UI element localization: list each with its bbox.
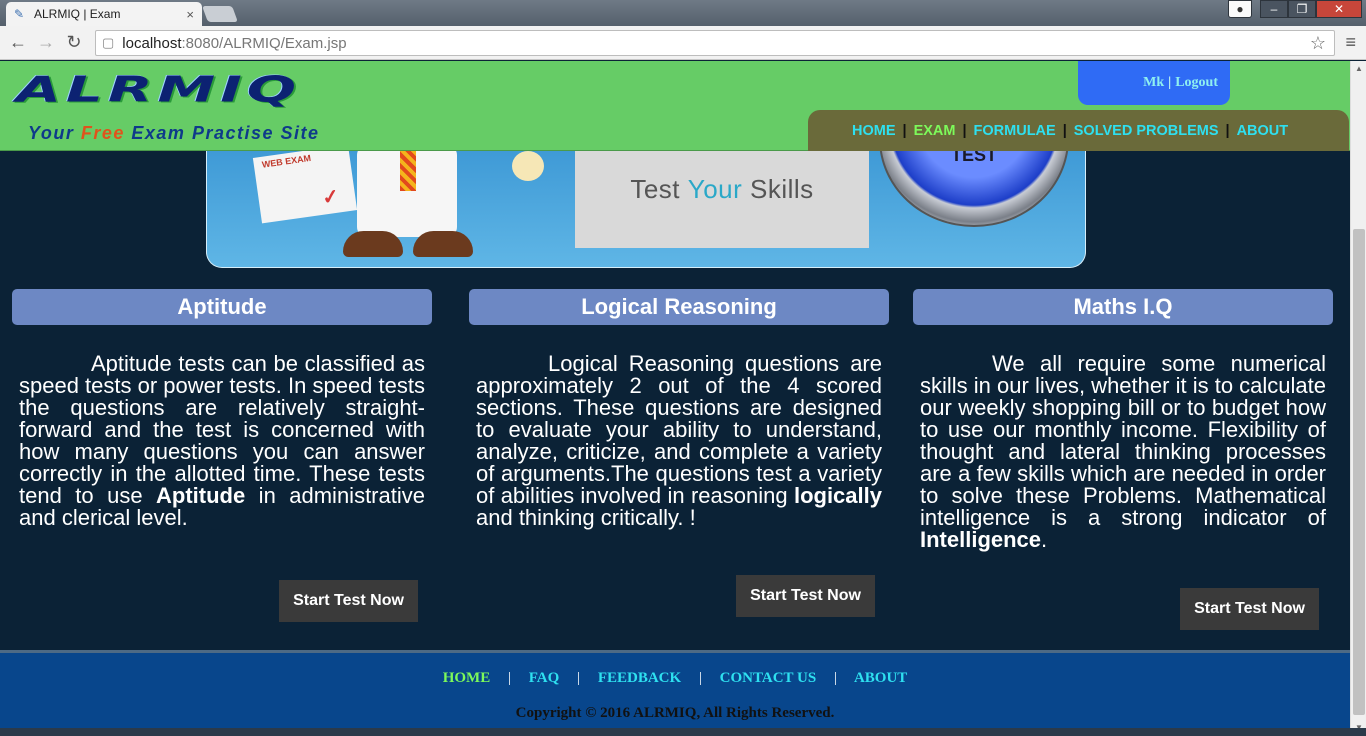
nav-about[interactable]: ABOUT (1237, 123, 1289, 139)
footer-feedback-link[interactable]: FEEDBACK (598, 670, 681, 686)
section-aptitude: Aptitude Aptitude tests can be classifie… (12, 289, 432, 529)
page-icon: ▢ (102, 35, 115, 50)
footer-faq-link[interactable]: FAQ (529, 670, 560, 686)
paper-label: WEB EXAM (261, 152, 312, 170)
scroll-up-arrow-icon[interactable]: ▲ (1351, 61, 1366, 77)
browser-menu-icon[interactable]: ≡ (1345, 32, 1356, 53)
desc-text-end: and thinking critically. ! (476, 505, 696, 530)
test-round-label: TEST (950, 151, 997, 165)
section-description: We all require some numerical skills in … (920, 353, 1326, 551)
test-round-button[interactable]: TEST (879, 151, 1069, 227)
checkmark-icon: ✓ (320, 185, 341, 210)
footer-contact-link[interactable]: CONTACT US (720, 670, 817, 686)
new-tab-button[interactable] (202, 6, 238, 22)
restore-icon[interactable]: ❐ (1288, 0, 1316, 18)
light-bulb-icon (512, 151, 544, 181)
desc-bold: Intelligence (920, 527, 1042, 552)
section-title: Aptitude (12, 289, 432, 325)
aptitude-start-test-button[interactable]: Start Test Now (279, 580, 418, 622)
user-box: Mk | Logout (1078, 61, 1230, 105)
footer-home-link[interactable]: HOME (443, 670, 491, 686)
user-name-link[interactable]: Mk (1143, 75, 1164, 90)
nav-exam[interactable]: EXAM (914, 123, 956, 139)
tagline-rest: Exam Practise Site (131, 123, 320, 143)
skills-test-word: Test (630, 174, 680, 204)
desc-text-end: . (1041, 527, 1048, 552)
scroll-thumb[interactable] (1353, 229, 1365, 715)
logical-start-test-button[interactable]: Start Test Now (736, 575, 875, 617)
main-nav: HOME | EXAM | FORMULAE | SOLVED PROBLEMS… (808, 110, 1349, 151)
reload-icon[interactable]: ↻ (60, 32, 88, 53)
user-separator: | (1168, 75, 1172, 90)
page-favicon-icon: ✎ (14, 7, 25, 21)
footer-nav: HOME | FAQ | FEEDBACK | CONTACT US | ABO… (0, 670, 1350, 687)
footer-separator: | (833, 670, 837, 686)
site-tagline: Your Free Exam Practise Site (28, 123, 320, 144)
section-title: Logical Reasoning (469, 289, 889, 325)
section-maths-iq: Maths I.Q We all require some numerical … (913, 289, 1333, 551)
copyright-text: Copyright © 2016 ALRMIQ, All Rights Rese… (515, 705, 835, 721)
site-logo[interactable]: ALRMIQ (16, 71, 301, 107)
shoe-illustration (343, 231, 403, 257)
nav-separator: | (962, 122, 967, 139)
url-path: :8080/ALRMIQ/Exam.jsp (181, 34, 347, 52)
footer-about-link[interactable]: ABOUT (854, 670, 907, 686)
skills-skills-word: Skills (750, 174, 814, 204)
tie-illustration (400, 151, 416, 191)
section-title: Maths I.Q (913, 289, 1333, 325)
section-logical-reasoning: Logical Reasoning Logical Reasoning ques… (469, 289, 889, 529)
section-description: Logical Reasoning questions are approxim… (476, 353, 882, 529)
profile-icon[interactable]: ● (1228, 0, 1252, 18)
back-icon[interactable]: ← (4, 32, 32, 53)
desc-text: We all require some numerical skills in … (920, 351, 1326, 530)
site-footer: HOME | FAQ | FEEDBACK | CONTACT US | ABO… (0, 650, 1350, 736)
address-bar[interactable]: ▢ localhost:8080/ALRMIQ/Exam.jsp ☆ (95, 30, 1335, 56)
tab-close-icon[interactable]: × (186, 7, 194, 22)
site-header: ALRMIQ Your Free Exam Practise Site Mk | L… (0, 61, 1350, 151)
window-controls: ● – ❐ ✕ (1228, 0, 1362, 18)
nav-separator: | (1225, 122, 1230, 139)
footer-separator: | (577, 670, 581, 686)
nav-home[interactable]: HOME (852, 123, 896, 139)
hero-banner: WEB EXAM ✓ Test Your Skills TEST (206, 151, 1086, 268)
nav-separator: | (902, 122, 907, 139)
nav-formulae[interactable]: FORMULAE (974, 123, 1056, 139)
forward-icon[interactable]: → (32, 32, 60, 53)
page-scrollbar[interactable]: ▲ ▼ (1350, 61, 1366, 736)
minimize-icon[interactable]: – (1260, 0, 1288, 18)
bookmark-star-icon[interactable]: ☆ (1310, 33, 1326, 54)
browser-toolbar: ← → ↻ ▢ localhost:8080/ALRMIQ/Exam.jsp ☆… (0, 26, 1366, 60)
tab-title: ALRMIQ | Exam (34, 7, 121, 21)
window-close-icon[interactable]: ✕ (1316, 0, 1362, 18)
footer-separator: | (698, 670, 702, 686)
browser-titlebar: ✎ ALRMIQ | Exam × ● – ❐ ✕ (0, 0, 1366, 26)
shoe-illustration (413, 231, 473, 257)
os-taskbar (0, 728, 1366, 736)
tagline-your: Your (28, 123, 75, 143)
tagline-free: Free (80, 123, 125, 143)
maths-start-test-button[interactable]: Start Test Now (1180, 588, 1319, 630)
nav-separator: | (1062, 122, 1067, 139)
desc-bold: logically (793, 483, 882, 508)
logout-link[interactable]: Logout (1175, 75, 1218, 90)
url-host: localhost (122, 34, 182, 52)
footer-separator: | (507, 670, 511, 686)
browser-tab[interactable]: ✎ ALRMIQ | Exam × (6, 2, 202, 26)
exam-paper-illustration: WEB EXAM ✓ (252, 151, 358, 224)
test-your-skills-banner: Test Your Skills (575, 151, 869, 248)
skills-your-word: Your (687, 174, 743, 204)
nav-solved-problems[interactable]: SOLVED PROBLEMS (1074, 123, 1219, 139)
section-description: Aptitude tests can be classified as spee… (19, 353, 425, 529)
